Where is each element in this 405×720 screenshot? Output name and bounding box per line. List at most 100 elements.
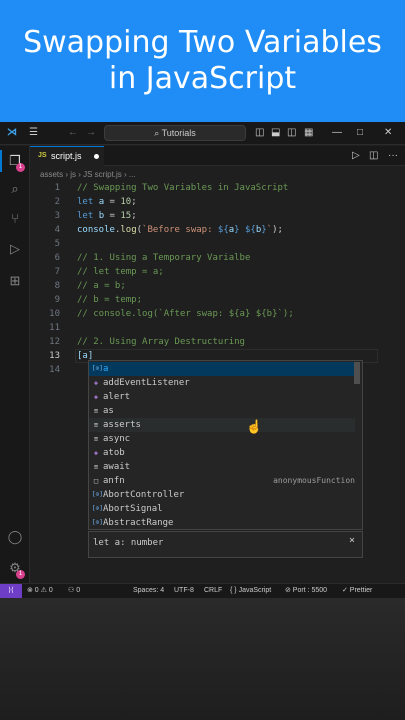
line-number: 8 [54, 281, 60, 291]
code-line-6: // 1. Using a Temporary Varialbe [77, 253, 251, 263]
unsaved-dot-icon[interactable] [94, 154, 99, 159]
extensions-icon[interactable]: ⊞ [7, 273, 23, 289]
method-icon: ◈ [93, 379, 99, 387]
code-line-3: let b = 15; [77, 211, 137, 221]
close-window-icon[interactable]: ✕ [384, 127, 392, 139]
banner-title-line-2: in JavaScript [108, 61, 297, 96]
keyword-icon: ≡ [93, 421, 99, 429]
line-number: 11 [49, 323, 60, 333]
line-number: 2 [54, 197, 60, 207]
keyword-icon: ≡ [93, 435, 99, 443]
suggestion-item[interactable]: [⊙] a [89, 362, 355, 376]
line-number: 12 [49, 337, 60, 347]
code-line-9: // b = temp; [77, 295, 143, 305]
tab-script-js[interactable]: JS script.js [30, 146, 104, 166]
line-number: 10 [49, 309, 60, 319]
line-number: 5 [54, 239, 60, 249]
source-control-icon[interactable]: ⑂ [7, 211, 23, 227]
code-line-1: // Swapping Two Variables in JavaScript [77, 183, 289, 193]
suggestion-item[interactable]: ◈ alert [89, 390, 355, 404]
suggestion-item[interactable]: ≡ async [89, 432, 355, 446]
settings-badge: 1 [16, 570, 25, 579]
code-line-7: // let temp = a; [77, 267, 164, 277]
variable-icon: [⊙] [92, 519, 103, 526]
back-arrow-icon[interactable]: ← [68, 127, 78, 139]
status-bar: ⟩⟨ ⊗ 0 ⚠ 0 ⚇ 0 Spaces: 4 UTF-8 CRLF { } … [0, 583, 405, 598]
prettier-status[interactable]: ✓ Prettier [342, 584, 372, 598]
live-server-port-status[interactable]: ⊘ Port : 5500 [285, 584, 327, 598]
explorer-badge: 1 [16, 163, 25, 172]
activity-bar: ❐ 1 ⌕ ⑂ ▷ ⊞ ◯ ⚙ 1 [0, 146, 30, 583]
line-number: 9 [54, 295, 60, 305]
line-number: 6 [54, 253, 60, 263]
line-number: 3 [54, 211, 60, 221]
javascript-file-icon: JS [38, 152, 47, 159]
variable-icon: [⊙] [92, 365, 103, 372]
title-bar: ⋊ ☰ ← → ⌕ Tutorials ◫ ⬓ ◫ ▦ — □ ✕ [0, 122, 405, 145]
encoding-status[interactable]: UTF-8 [174, 584, 194, 598]
suggestion-scrollbar[interactable] [354, 362, 360, 384]
suggestion-item[interactable]: ◈ atob [89, 446, 355, 460]
suggestion-item[interactable]: ≡ await [89, 460, 355, 474]
editor-tab-bar: JS script.js ▷ ◫ ··· [30, 146, 405, 166]
problems-status[interactable]: ⊗ 0 ⚠ 0 [27, 584, 53, 598]
toggle-secondary-sidebar-icon[interactable]: ◫ [287, 127, 296, 139]
more-actions-icon[interactable]: ··· [388, 150, 398, 162]
command-center-search[interactable]: ⌕ Tutorials [104, 125, 246, 141]
method-icon: ◈ [93, 393, 99, 401]
suggestion-detail-panel: let a: number × [88, 531, 363, 558]
language-mode-status[interactable]: { } JavaScript [230, 584, 271, 598]
video-title-banner: Swapping Two Variables in JavaScript [0, 0, 405, 122]
minimize-window-icon[interactable]: — [332, 127, 342, 139]
keyword-icon: ≡ [93, 463, 99, 471]
method-icon: ◈ [93, 449, 99, 457]
type-signature: let a: number [93, 538, 164, 548]
code-line-10: // console.log(`After swap: ${a} ${b}`); [77, 309, 294, 319]
run-file-icon[interactable]: ▷ [352, 150, 360, 162]
code-line-2: let a = 10; [77, 197, 137, 207]
menu-icon[interactable]: ☰ [29, 127, 38, 139]
toggle-panel-icon[interactable]: ⬓ [271, 127, 280, 139]
active-view-indicator [0, 150, 2, 172]
customize-layout-icon[interactable]: ▦ [304, 127, 313, 139]
suggestion-detail: anonymousFunction [273, 476, 355, 485]
variable-icon: [⊙] [92, 491, 103, 498]
autocomplete-suggestions[interactable]: [⊙] a ◈ addEventListener ◈ alert ≡ as ≡ asser… [88, 360, 363, 530]
suggestion-item[interactable]: ≡ as [89, 404, 355, 418]
split-editor-icon[interactable]: ◫ [369, 150, 378, 162]
close-detail-icon[interactable]: × [349, 535, 355, 546]
keyword-icon: ≡ [93, 407, 99, 415]
suggestion-item[interactable]: ≡ asserts [89, 418, 355, 432]
line-number: 13 [49, 351, 60, 361]
maximize-window-icon[interactable]: □ [357, 127, 363, 139]
suggestion-item[interactable]: ◈ addEventListener [89, 376, 355, 390]
code-line-12: // 2. Using Array Destructuring [77, 337, 245, 347]
variable-icon: [⊙] [92, 505, 103, 512]
video-bottom-area [0, 598, 405, 720]
search-icon[interactable]: ⌕ [7, 181, 23, 197]
suggestion-item[interactable]: [⊙] AbortController [89, 488, 355, 502]
tab-label: script.js [51, 151, 82, 161]
indentation-status[interactable]: Spaces: 4 [133, 584, 164, 598]
accounts-icon[interactable]: ◯ [7, 529, 23, 545]
mouse-pointer-icon: ☝ [246, 419, 263, 434]
toggle-primary-sidebar-icon[interactable]: ◫ [255, 127, 264, 139]
run-debug-icon[interactable]: ▷ [7, 241, 23, 257]
breadcrumb[interactable]: assets › js › JS script.js › ... [40, 169, 136, 181]
forward-arrow-icon[interactable]: → [86, 127, 96, 139]
line-number: 7 [54, 267, 60, 277]
vscode-logo-icon: ⋊ [7, 127, 17, 138]
line-number: 4 [54, 225, 60, 235]
suggestion-item[interactable]: [⊙] AbortSignal [89, 502, 355, 516]
remote-indicator-icon[interactable]: ⟩⟨ [0, 584, 22, 598]
banner-title-line-1: Swapping Two Variables [23, 25, 382, 60]
ports-status[interactable]: ⚇ 0 [68, 584, 80, 598]
line-number: 14 [49, 365, 60, 375]
code-line-8: // a = b; [77, 281, 126, 291]
eol-status[interactable]: CRLF [204, 584, 222, 598]
suggestion-item[interactable]: [⊙] AbstractRange [89, 516, 355, 530]
snippet-icon: □ [93, 477, 99, 485]
suggestion-item[interactable]: □ anfn anonymousFunction [89, 474, 355, 488]
code-line-4: console.log(`Before swap: ${a} ${b}`); [77, 225, 283, 235]
line-number: 1 [54, 183, 60, 193]
